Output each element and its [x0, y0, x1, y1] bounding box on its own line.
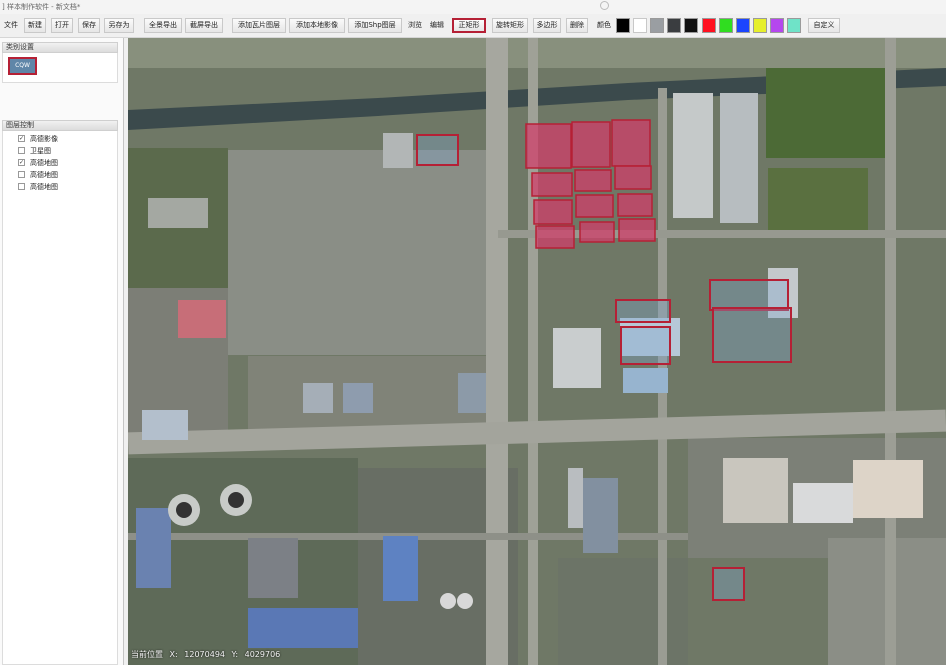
polygon-tool-button[interactable]: 多边形 [533, 18, 561, 33]
layer-checkbox-0[interactable]: ✓ [18, 135, 25, 142]
position-label: 当前位置 [131, 650, 163, 659]
delete-button[interactable]: 删除 [566, 18, 588, 33]
satellite-imagery [128, 38, 946, 665]
layer-label-3: 高德地图 [30, 171, 58, 179]
custom-color-button[interactable]: 自定义 [808, 18, 840, 33]
color-swatch-red[interactable] [702, 18, 716, 33]
rectangle-tool-button[interactable]: 正矩形 [452, 18, 486, 33]
color-swatch-blue[interactable] [736, 18, 750, 33]
color-swatch-yellow[interactable] [753, 18, 767, 33]
layer-label-4: 高德地图 [30, 183, 58, 191]
add-tile-layer-button[interactable]: 添加瓦片图层 [232, 18, 286, 33]
color-swatch-charcoal[interactable] [684, 18, 698, 33]
window-control-icon[interactable] [600, 1, 609, 10]
rotated-rectangle-tool-button[interactable]: 旋转矩形 [492, 18, 528, 33]
y-value: 4029706 [244, 650, 281, 659]
color-swatch-white[interactable] [633, 18, 647, 33]
open-button[interactable]: 打开 [51, 18, 73, 33]
layer-panel [2, 131, 118, 665]
edit-button[interactable]: 编辑 [427, 18, 447, 33]
export-screen-button[interactable]: 截屏导出 [185, 18, 223, 33]
color-swatch-dark-gray[interactable] [667, 18, 681, 33]
layer-checkbox-3[interactable] [18, 171, 25, 178]
layer-label-1: 卫星图 [30, 147, 51, 155]
category-panel-title: 类别设置 [2, 42, 118, 53]
category-button-cqw[interactable]: CQW [8, 57, 37, 75]
sidebar: 类别设置 CQW 图层控制 ✓ 高德影像 卫星图 ✓ 高德地图 高德地图 高德地… [0, 38, 124, 665]
add-local-image-button[interactable]: 添加本地影像 [289, 18, 345, 33]
browse-button[interactable]: 浏览 [405, 18, 425, 33]
y-label: Y: [231, 650, 239, 659]
layer-panel-title: 图层控制 [2, 120, 118, 131]
x-label: X: [169, 650, 178, 659]
map-canvas[interactable]: 当前位置 X: 12070494 Y: 4029706 [128, 38, 946, 665]
layer-checkbox-4[interactable] [18, 183, 25, 190]
x-value: 12070494 [184, 650, 225, 659]
save-button[interactable]: 保存 [78, 18, 100, 33]
coordinate-readout: 当前位置 X: 12070494 Y: 4029706 [128, 649, 284, 661]
layer-checkbox-1[interactable] [18, 147, 25, 154]
color-label: 颜色 [597, 21, 611, 29]
new-button[interactable]: 新建 [24, 18, 46, 33]
color-swatch-black[interactable] [616, 18, 630, 33]
color-swatch-green[interactable] [719, 18, 733, 33]
add-shp-layer-button[interactable]: 添加Shp图层 [348, 18, 402, 33]
file-menu[interactable]: 文件 [0, 18, 22, 33]
layer-label-2: 高德地图 [30, 159, 58, 167]
layer-label-0: 高德影像 [30, 135, 58, 143]
toolbar: 文件 新建 打开 保存 另存为 全景导出 截屏导出 添加瓦片图层 添加本地影像 … [0, 14, 946, 38]
title-bar: ] 样本制作软件 - 新文档* [0, 0, 946, 14]
export-full-button[interactable]: 全景导出 [144, 18, 182, 33]
layer-checkbox-2[interactable]: ✓ [18, 159, 25, 166]
save-as-button[interactable]: 另存为 [104, 18, 134, 33]
window-title: ] 样本制作软件 - 新文档* [2, 3, 81, 11]
color-swatch-cyan[interactable] [787, 18, 801, 33]
color-swatch-gray[interactable] [650, 18, 664, 33]
color-swatch-purple[interactable] [770, 18, 784, 33]
